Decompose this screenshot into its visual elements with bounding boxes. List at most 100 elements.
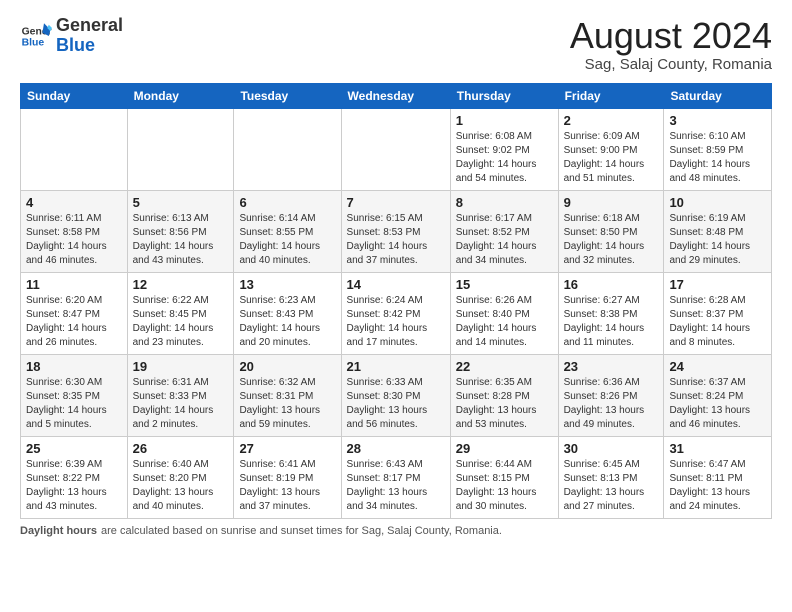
calendar-cell: 3 Sunrise: 6:10 AM Sunset: 8:59 PM Daylig… (664, 108, 772, 190)
day-number: 24 (669, 359, 766, 374)
day-number: 30 (564, 441, 659, 456)
day-info: Sunrise: 6:10 AM Sunset: 8:59 PM Dayligh… (669, 130, 766, 186)
day-number: 8 (456, 195, 553, 210)
day-info: Sunrise: 6:40 AM Sunset: 8:20 PM Dayligh… (133, 458, 229, 514)
calendar-cell: 29Sunrise: 6:44 AM Sunset: 8:15 PM Dayli… (450, 436, 558, 518)
calendar-cell (127, 108, 234, 190)
day-info: Sunrise: 6:23 AM Sunset: 8:43 PM Dayligh… (239, 294, 335, 350)
day-info: Sunrise: 6:47 AM Sunset: 8:11 PM Dayligh… (669, 458, 766, 514)
day-info: Sunrise: 6:18 AM Sunset: 8:50 PM Dayligh… (564, 212, 659, 268)
calendar-header-friday: Friday (558, 83, 664, 108)
day-number: 27 (239, 441, 335, 456)
calendar-cell: 14 Sunrise: 6:24 AM Sunset: 8:42 PM Dayli… (341, 272, 450, 354)
calendar-cell: 18Sunrise: 6:30 AM Sunset: 8:35 PM Dayli… (21, 354, 128, 436)
calendar-cell: 1 Sunrise: 6:08 AM Sunset: 9:02 PM Daylig… (450, 108, 558, 190)
day-info: Sunrise: 6:32 AM Sunset: 8:31 PM Dayligh… (239, 376, 335, 432)
calendar-cell: 30 Sunrise: 6:45 AM Sunset: 8:13 PM Dayli… (558, 436, 664, 518)
calendar-cell: 21Sunrise: 6:33 AM Sunset: 8:30 PM Dayli… (341, 354, 450, 436)
day-info: Sunrise: 6:43 AM Sunset: 8:17 PM Dayligh… (347, 458, 445, 514)
calendar-week-5: 25Sunrise: 6:39 AM Sunset: 8:22 PM Dayli… (21, 436, 772, 518)
day-info: Sunrise: 6:31 AM Sunset: 8:33 PM Dayligh… (133, 376, 229, 432)
calendar-cell: 31Sunrise: 6:47 AM Sunset: 8:11 PM Dayli… (664, 436, 772, 518)
calendar-week-1: 1 Sunrise: 6:08 AM Sunset: 9:02 PM Daylig… (21, 108, 772, 190)
day-info: Sunrise: 6:15 AM Sunset: 8:53 PM Dayligh… (347, 212, 445, 268)
day-number: 4 (26, 195, 122, 210)
day-info: Sunrise: 6:14 AM Sunset: 8:55 PM Dayligh… (239, 212, 335, 268)
calendar-cell: 9 Sunrise: 6:18 AM Sunset: 8:50 PM Daylig… (558, 190, 664, 272)
logo-blue-text: Blue (56, 35, 95, 55)
calendar-cell: 19Sunrise: 6:31 AM Sunset: 8:33 PM Dayli… (127, 354, 234, 436)
calendar-cell: 27 Sunrise: 6:41 AM Sunset: 8:19 PM Dayli… (234, 436, 341, 518)
calendar-cell: 4Sunrise: 6:11 AM Sunset: 8:58 PM Daylig… (21, 190, 128, 272)
day-info: Sunrise: 6:24 AM Sunset: 8:42 PM Dayligh… (347, 294, 445, 350)
calendar-cell: 16Sunrise: 6:27 AM Sunset: 8:38 PM Dayli… (558, 272, 664, 354)
calendar-cell: 28Sunrise: 6:43 AM Sunset: 8:17 PM Dayli… (341, 436, 450, 518)
day-info: Sunrise: 6:39 AM Sunset: 8:22 PM Dayligh… (26, 458, 122, 514)
calendar-cell: 26 Sunrise: 6:40 AM Sunset: 8:20 PM Dayli… (127, 436, 234, 518)
day-number: 9 (564, 195, 659, 210)
day-number: 5 (133, 195, 229, 210)
header: General Blue General Blue August 2024 Sa… (20, 16, 772, 73)
calendar-cell: 13Sunrise: 6:23 AM Sunset: 8:43 PM Dayli… (234, 272, 341, 354)
calendar-cell (341, 108, 450, 190)
day-number: 14 (347, 277, 445, 292)
footer-label: Daylight hours (20, 525, 97, 537)
calendar-header-monday: Monday (127, 83, 234, 108)
page: General Blue General Blue August 2024 Sa… (0, 0, 792, 612)
calendar-cell: 10Sunrise: 6:19 AM Sunset: 8:48 PM Dayli… (664, 190, 772, 272)
calendar-cell: 17 Sunrise: 6:28 AM Sunset: 8:37 PM Dayli… (664, 272, 772, 354)
calendar-cell: 8 Sunrise: 6:17 AM Sunset: 8:52 PM Daylig… (450, 190, 558, 272)
day-number: 16 (564, 277, 659, 292)
day-info: Sunrise: 6:20 AM Sunset: 8:47 PM Dayligh… (26, 294, 122, 350)
day-info: Sunrise: 6:26 AM Sunset: 8:40 PM Dayligh… (456, 294, 553, 350)
logo-general-text: General (56, 15, 123, 35)
day-info: Sunrise: 6:41 AM Sunset: 8:19 PM Dayligh… (239, 458, 335, 514)
svg-text:Blue: Blue (22, 37, 45, 48)
calendar-cell (234, 108, 341, 190)
calendar-cell: 2 Sunrise: 6:09 AM Sunset: 9:00 PM Daylig… (558, 108, 664, 190)
footer: Daylight hours are calculated based on s… (20, 525, 772, 537)
calendar-week-3: 11 Sunrise: 6:20 AM Sunset: 8:47 PM Dayli… (21, 272, 772, 354)
day-info: Sunrise: 6:28 AM Sunset: 8:37 PM Dayligh… (669, 294, 766, 350)
calendar-cell: 25Sunrise: 6:39 AM Sunset: 8:22 PM Dayli… (21, 436, 128, 518)
day-info: Sunrise: 6:17 AM Sunset: 8:52 PM Dayligh… (456, 212, 553, 268)
day-number: 21 (347, 359, 445, 374)
calendar-cell (21, 108, 128, 190)
day-number: 11 (26, 277, 122, 292)
day-number: 10 (669, 195, 766, 210)
day-number: 2 (564, 113, 659, 128)
calendar-cell: 22Sunrise: 6:35 AM Sunset: 8:28 PM Dayli… (450, 354, 558, 436)
day-info: Sunrise: 6:08 AM Sunset: 9:02 PM Dayligh… (456, 130, 553, 186)
day-number: 6 (239, 195, 335, 210)
calendar-cell: 24Sunrise: 6:37 AM Sunset: 8:24 PM Dayli… (664, 354, 772, 436)
logo: General Blue General Blue (20, 16, 123, 56)
day-info: Sunrise: 6:09 AM Sunset: 9:00 PM Dayligh… (564, 130, 659, 186)
calendar-header-wednesday: Wednesday (341, 83, 450, 108)
day-number: 15 (456, 277, 553, 292)
day-number: 1 (456, 113, 553, 128)
calendar-header-saturday: Saturday (664, 83, 772, 108)
day-info: Sunrise: 6:45 AM Sunset: 8:13 PM Dayligh… (564, 458, 659, 514)
calendar-header-sunday: Sunday (21, 83, 128, 108)
calendar-cell: 23Sunrise: 6:36 AM Sunset: 8:26 PM Dayli… (558, 354, 664, 436)
footer-text: are calculated based on sunrise and suns… (101, 525, 502, 537)
day-number: 26 (133, 441, 229, 456)
day-number: 20 (239, 359, 335, 374)
day-number: 3 (669, 113, 766, 128)
logo-icon: General Blue (20, 20, 52, 52)
day-number: 23 (564, 359, 659, 374)
day-info: Sunrise: 6:13 AM Sunset: 8:56 PM Dayligh… (133, 212, 229, 268)
calendar-header-tuesday: Tuesday (234, 83, 341, 108)
calendar: SundayMondayTuesdayWednesdayThursdayFrid… (20, 83, 772, 519)
calendar-cell: 5 Sunrise: 6:13 AM Sunset: 8:56 PM Daylig… (127, 190, 234, 272)
calendar-cell: 15 Sunrise: 6:26 AM Sunset: 8:40 PM Dayli… (450, 272, 558, 354)
calendar-header-row: SundayMondayTuesdayWednesdayThursdayFrid… (21, 83, 772, 108)
day-number: 22 (456, 359, 553, 374)
day-number: 7 (347, 195, 445, 210)
calendar-cell: 11 Sunrise: 6:20 AM Sunset: 8:47 PM Dayli… (21, 272, 128, 354)
day-number: 18 (26, 359, 122, 374)
day-number: 17 (669, 277, 766, 292)
calendar-header-thursday: Thursday (450, 83, 558, 108)
calendar-week-2: 4Sunrise: 6:11 AM Sunset: 8:58 PM Daylig… (21, 190, 772, 272)
day-info: Sunrise: 6:22 AM Sunset: 8:45 PM Dayligh… (133, 294, 229, 350)
